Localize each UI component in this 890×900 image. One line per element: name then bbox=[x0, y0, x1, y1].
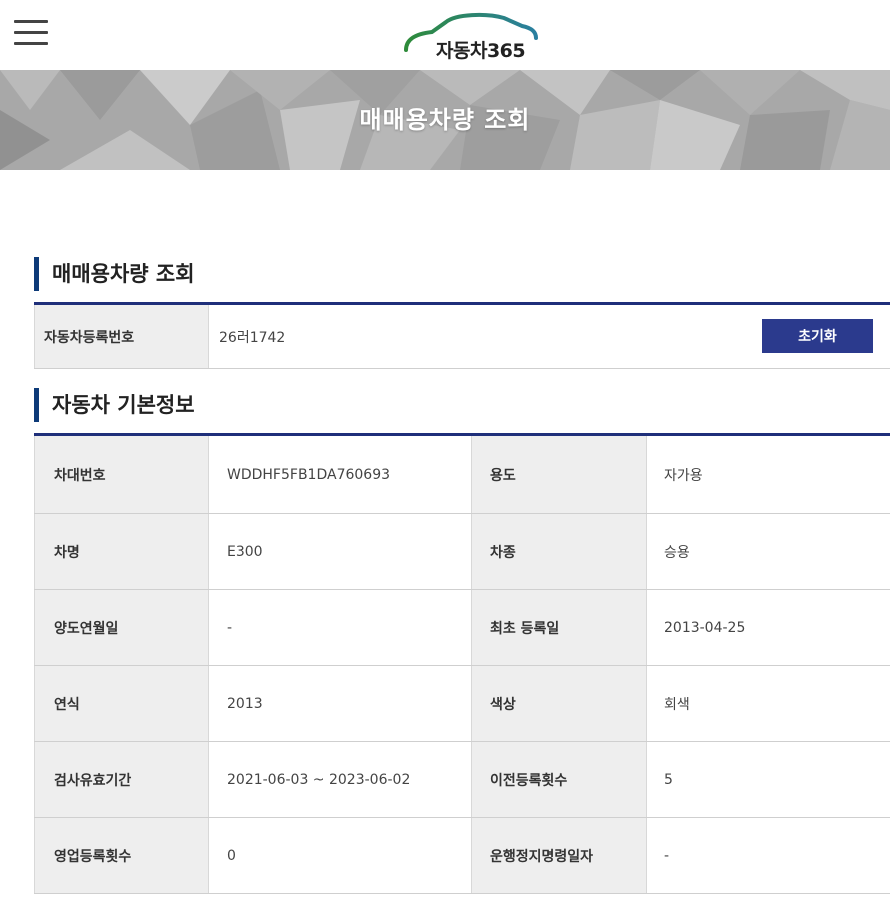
row-label: 검사유효기간 bbox=[34, 742, 209, 817]
row-label: 용도 bbox=[471, 436, 647, 513]
reset-button[interactable]: 초기화 bbox=[762, 319, 873, 353]
page-banner: 매매용차량 조회 bbox=[0, 70, 890, 170]
row-label: 영업등록횟수 bbox=[34, 818, 209, 893]
section-title-search: 매매용차량 조회 bbox=[34, 257, 195, 291]
row-value: 자가용 bbox=[664, 467, 703, 484]
section-title-basic-info: 자동차 기본정보 bbox=[34, 388, 195, 422]
registration-number-label: 자동차등록번호 bbox=[34, 305, 209, 368]
row-label: 운행정지명령일자 bbox=[471, 818, 647, 893]
table-row: 영업등록횟수 0 운행정지명령일자 - bbox=[34, 818, 890, 894]
row-value: WDDHF5FB1DA760693 bbox=[227, 466, 391, 483]
vehicle-info-table: 차대번호 WDDHF5FB1DA760693 용도 자가용 차명 E300 차종… bbox=[34, 433, 890, 894]
row-value: E300 bbox=[227, 543, 263, 560]
search-form: 자동차등록번호 26러1742 초기화 bbox=[34, 302, 890, 369]
hamburger-menu-icon[interactable] bbox=[14, 20, 48, 48]
row-value: 승용 bbox=[664, 544, 690, 561]
row-value: 0 bbox=[227, 847, 236, 864]
row-label: 차대번호 bbox=[34, 436, 209, 513]
row-label: 차명 bbox=[34, 514, 209, 589]
table-row: 연식 2013 색상 회색 bbox=[34, 666, 890, 742]
top-bar: 자동차365 bbox=[0, 0, 890, 70]
banner-title: 매매용차량 조회 bbox=[359, 106, 531, 134]
row-label: 양도연월일 bbox=[34, 590, 209, 665]
table-row: 검사유효기간 2021-06-03 ~ 2023-06-02 이전등록횟수 5 bbox=[34, 742, 890, 818]
row-value: 회색 bbox=[664, 696, 690, 713]
row-label: 최초 등록일 bbox=[471, 590, 647, 665]
row-value: - bbox=[227, 619, 233, 636]
row-label: 연식 bbox=[34, 666, 209, 741]
row-label: 색상 bbox=[471, 666, 647, 741]
registration-number-value: 26러1742 bbox=[219, 329, 286, 346]
row-value: 5 bbox=[664, 771, 673, 788]
row-value: 2013 bbox=[227, 695, 263, 712]
row-value: 2013-04-25 bbox=[664, 619, 746, 636]
registration-number-cell: 26러1742 초기화 bbox=[209, 305, 890, 368]
logo-text: 자동차365 bbox=[436, 40, 526, 62]
site-logo[interactable]: 자동차365 bbox=[400, 10, 540, 62]
table-row: 차대번호 WDDHF5FB1DA760693 용도 자가용 bbox=[34, 436, 890, 514]
table-row: 양도연월일 - 최초 등록일 2013-04-25 bbox=[34, 590, 890, 666]
row-label: 차종 bbox=[471, 514, 647, 589]
row-value: - bbox=[664, 847, 670, 864]
table-row: 차명 E300 차종 승용 bbox=[34, 514, 890, 590]
row-value: 2021-06-03 ~ 2023-06-02 bbox=[227, 771, 411, 788]
row-label: 이전등록횟수 bbox=[471, 742, 647, 817]
